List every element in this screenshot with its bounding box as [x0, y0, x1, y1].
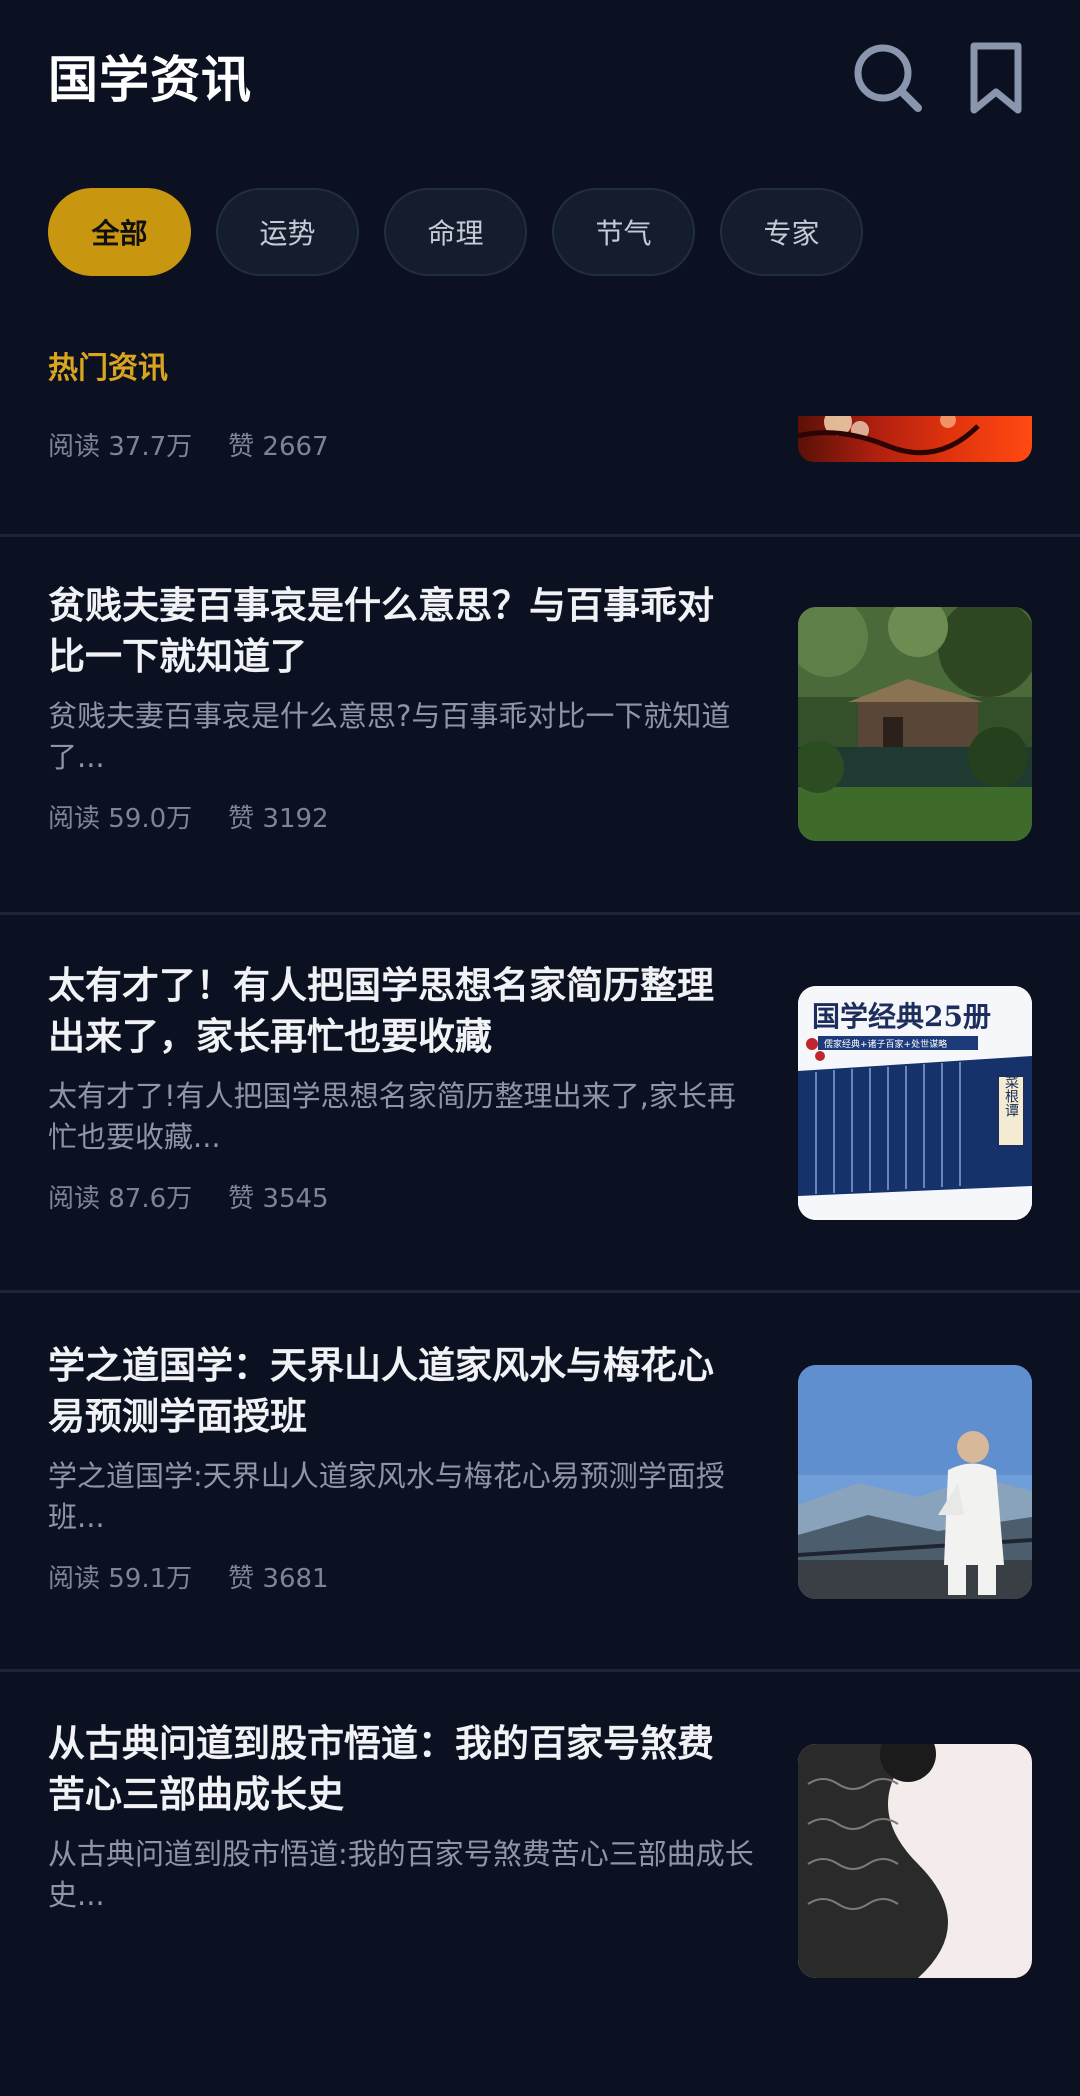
tab-fortune[interactable]: 运势	[216, 188, 359, 276]
article-title[interactable]: 从古典问道到股市悟道：我的百家号煞费苦心三部曲成长史	[48, 1718, 748, 1820]
tab-destiny[interactable]: 命理	[384, 188, 527, 276]
article-summary: 学之道国学:天界山人道家风水与梅花心易预测学面授班...	[48, 1459, 725, 1534]
tab-all[interactable]: 全部	[48, 188, 191, 276]
article-meta: 阅读 37.7万 赞 2667	[48, 426, 329, 463]
article-card[interactable]: 学之道国学：天界山人道家风水与梅花心易预测学面授班 学之道国学:天界山人道家风水…	[0, 1340, 1080, 1718]
read-count: 阅读 59.0万	[48, 804, 193, 834]
article-meta: 阅读 59.0万 赞 3192	[48, 798, 329, 835]
book-cover-subtitle: 儒家经典+诸子百家+处世谋略	[824, 1038, 947, 1050]
app-header: 国学资讯	[0, 0, 1080, 150]
like-count: 赞 3545	[228, 1184, 329, 1214]
tab-solar-terms[interactable]: 节气	[552, 188, 695, 276]
like-count: 赞 3681	[228, 1564, 329, 1594]
read-count: 阅读 37.7万	[48, 432, 193, 462]
article-meta: 阅读 87.6万 赞 3545	[48, 1178, 329, 1215]
article-card[interactable]: 贫贱夫妻百事哀是什么意思？与百事乖对比一下就知道了 贫贱夫妻百事哀是什么意思?与…	[0, 580, 1080, 958]
bookmark-icon[interactable]	[958, 38, 1038, 118]
read-count: 阅读 87.6万	[48, 1184, 193, 1214]
article-summary: 太有才了!有人把国学思想名家简历整理出来了,家长再忙也要收藏...	[48, 1079, 736, 1154]
divider	[0, 912, 1080, 915]
article-summary: 贫贱夫妻百事哀是什么意思?与百事乖对比一下就知道了...	[48, 699, 731, 774]
divider	[0, 1290, 1080, 1293]
article-card[interactable]: 从古典问道到股市悟道：我的百家号煞费苦心三部曲成长史 从古典问道到股市悟道:我的…	[0, 1718, 1080, 2096]
article-thumbnail[interactable]	[798, 1365, 1032, 1599]
article-thumbnail[interactable]	[798, 607, 1032, 841]
like-count: 赞 2667	[228, 432, 329, 462]
divider	[0, 1669, 1080, 1672]
article-title[interactable]: 贫贱夫妻百事哀是什么意思？与百事乖对比一下就知道了	[48, 580, 748, 682]
article-summary: 从古典问道到股市悟道:我的百家号煞费苦心三部曲成长史...	[48, 1837, 754, 1912]
article-thumbnail[interactable]	[798, 1744, 1032, 1978]
article-title[interactable]: 太有才了！有人把国学思想名家简历整理出来了，家长再忙也要收藏	[48, 960, 748, 1062]
divider	[0, 534, 1080, 537]
page-title: 国学资讯	[48, 51, 252, 109]
article-thumbnail[interactable]: 国学经典25册 儒家经典+诸子百家+处世谋略 菜根谭	[798, 986, 1032, 1220]
book-spine-title: 菜根谭	[1003, 1075, 1019, 1117]
tab-experts[interactable]: 专家	[720, 188, 863, 276]
article-thumbnail[interactable]	[798, 416, 1032, 462]
search-icon[interactable]	[848, 38, 928, 118]
like-count: 赞 3192	[228, 804, 329, 834]
section-title: 热门资讯	[48, 351, 168, 386]
book-cover-title: 国学经典25册	[812, 1000, 991, 1033]
article-title[interactable]: 学之道国学：天界山人道家风水与梅花心易预测学面授班	[48, 1340, 748, 1442]
article-meta: 阅读 59.1万 赞 3681	[48, 1558, 329, 1595]
article-card[interactable]: 太有才了！有人把国学思想名家简历整理出来了，家长再忙也要收藏 太有才了!有人把国…	[0, 960, 1080, 1338]
read-count: 阅读 59.1万	[48, 1564, 193, 1594]
